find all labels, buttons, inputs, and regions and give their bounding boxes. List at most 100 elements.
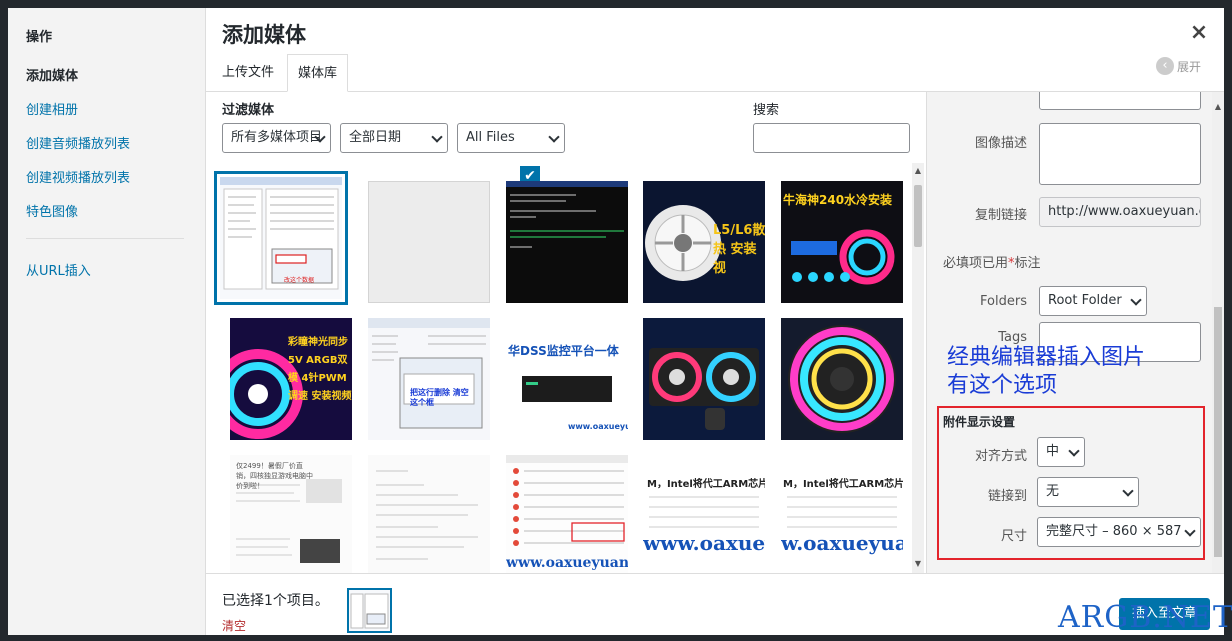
scroll-up-icon[interactable]: ▲: [912, 166, 924, 175]
alignment-select-value: 中: [1046, 444, 1060, 459]
description-textarea[interactable]: [1039, 123, 1201, 185]
attachment-thumbnail[interactable]: [506, 181, 628, 303]
menu-item-insert-from-url[interactable]: 从URL插入: [26, 260, 91, 279]
size-select-value: 完整尺寸 – 860 × 587: [1046, 524, 1182, 539]
size-select[interactable]: 完整尺寸 – 860 × 587: [1037, 517, 1201, 547]
thumbnail-url: www.oaxueyuan.c: [506, 555, 628, 571]
media-type-filter[interactable]: 所有多媒体项目: [222, 123, 331, 153]
date-filter[interactable]: 全部日期: [340, 123, 448, 153]
attachment-thumbnail[interactable]: M，Intel将代工ARM芯片， w.oaxueyuan: [781, 455, 903, 573]
size-label: 尺寸: [1000, 529, 1027, 544]
news-thumbnail-image: [781, 455, 903, 573]
thumbnail-caption: M，Intel将代工ARM芯片，: [783, 479, 903, 490]
menu-item-add-media[interactable]: 添加媒体: [26, 65, 78, 84]
folders-select[interactable]: Root Folder: [1039, 286, 1147, 316]
chevron-down-icon: [1122, 485, 1134, 497]
display-settings-title: 附件显示设置: [943, 415, 1016, 429]
attachment-thumbnail[interactable]: 华DSS监控平台一体 www.oaxueyuan: [506, 318, 628, 440]
attachment-thumbnail[interactable]: [368, 181, 490, 303]
folders-select-value: Root Folder: [1048, 293, 1122, 308]
files-filter[interactable]: All Files: [457, 123, 565, 153]
media-type-filter-value: 所有多媒体项目: [231, 130, 323, 145]
attachment-thumbnail[interactable]: [643, 318, 765, 440]
attachment-thumbnail[interactable]: 把这行删除 清空这个框: [368, 318, 490, 440]
expand-toggle[interactable]: ‹ 展开: [1156, 57, 1201, 75]
screenshot-thumbnail-image: [220, 177, 342, 299]
description-label: 图像描述: [974, 136, 1027, 151]
thumbnail-caption: L5/L6散热 安装视: [713, 223, 765, 276]
tags-label: Tags: [998, 330, 1027, 345]
watermark-text: ARGB.NET: [1058, 600, 1232, 635]
clear-selection-link[interactable]: 清空: [222, 617, 246, 634]
chevron-down-icon: [431, 131, 443, 143]
router-tabs: 上传文件 媒体库: [206, 54, 1224, 92]
files-filter-value: All Files: [466, 130, 515, 145]
code-thumbnail-image: [368, 455, 490, 573]
close-button[interactable]: ×: [1184, 18, 1214, 48]
caption-textarea[interactable]: [1039, 92, 1201, 110]
attachment-thumbnail[interactable]: 牛海神240水冷安装: [781, 181, 903, 303]
menu-item-featured-image[interactable]: 特色图像: [26, 201, 78, 220]
sidebar-scroll-thumb[interactable]: [1214, 307, 1222, 557]
tab-media-library[interactable]: 媒体库: [287, 54, 349, 92]
alignment-select[interactable]: 中: [1037, 437, 1085, 467]
aio-cooler-thumbnail-image: [643, 318, 765, 440]
chevron-down-icon: [1184, 525, 1196, 537]
date-filter-value: 全部日期: [349, 130, 402, 145]
thumbnail-caption: 仅2499！暑假厂价直销，四核独显游戏电脑中价到啦！: [236, 462, 313, 490]
attachment-thumbnail[interactable]: L5/L6散热 安装视: [643, 181, 765, 303]
grid-scrollbar[interactable]: ▲ ▼: [912, 163, 924, 573]
search-label: 搜索: [753, 103, 780, 118]
link-to-select-value: 无: [1046, 484, 1060, 499]
sidebar-scrollbar[interactable]: ▲: [1212, 92, 1224, 573]
tab-upload-files[interactable]: 上传文件: [212, 54, 284, 92]
required-fields-note: 必填项已用*标注: [943, 252, 1041, 271]
link-to-label: 链接到: [987, 489, 1027, 504]
thumbnail-caption: 牛海神240水冷安装: [783, 193, 893, 207]
thumbnail-caption: 彩瞳神光同步 5V ARGB双模 4针PWM调速 安装视频: [288, 337, 352, 402]
link-to-select[interactable]: 无: [1037, 477, 1139, 507]
menu-separator: [26, 238, 184, 239]
thumbnail-url: www.oaxueyuan: [568, 422, 628, 431]
chevron-left-icon: ‹: [1156, 57, 1174, 75]
thumbnail-caption: 华DSS监控平台一体: [508, 344, 619, 358]
attachment-thumbnail[interactable]: 彩瞳神光同步 5V ARGB双模 4针PWM调速 安装视频: [230, 318, 352, 440]
scroll-down-icon[interactable]: ▼: [912, 559, 924, 568]
dialog-screenshot-thumbnail-image: [368, 318, 490, 440]
grid-scroll-thumb[interactable]: [914, 185, 922, 247]
alignment-label: 对齐方式: [974, 449, 1027, 464]
modal-title: 添加媒体: [222, 23, 306, 47]
copy-link-label: 复制链接: [974, 208, 1027, 223]
attachment-thumbnail[interactable]: [368, 455, 490, 573]
selected-thumbnail-image: [349, 590, 390, 631]
menu-item-create-video-playlist[interactable]: 创建视频播放列表: [26, 167, 130, 186]
required-suffix: 标注: [1014, 256, 1041, 271]
attachment-thumbnail[interactable]: M，Intel将代工ARM芯片， www.oaxueyua: [643, 455, 765, 573]
console-thumbnail-image: [506, 181, 628, 248]
attachment-thumbnail[interactable]: 仅2499！暑假厂价直销，四核独显游戏电脑中价到啦！: [230, 455, 352, 573]
thumbnail-url: www.oaxueyua: [643, 531, 765, 555]
attachment-thumbnail[interactable]: www.oaxueyuan.c: [506, 455, 628, 573]
folders-label: Folders: [980, 294, 1027, 309]
selection-count: 已选择1个项目。: [222, 593, 329, 609]
thumbnail-url: w.oaxueyuan: [781, 531, 903, 555]
attachment-thumbnail[interactable]: 改这个数据: [220, 177, 342, 299]
chevron-down-icon: [1068, 445, 1080, 457]
copy-link-input[interactable]: http://www.oaxueyuan.com: [1039, 197, 1201, 227]
attachment-details-sidebar: 图像描述 复制链接 http://www.oaxueyuan.com 必填项已用…: [926, 92, 1224, 573]
attachment-thumbnail[interactable]: [781, 318, 903, 440]
chevron-down-icon: [548, 131, 560, 143]
thumbnail-label: 改这个数据: [284, 277, 315, 284]
annotation-line-1: 经典编辑器插入图片: [947, 345, 1146, 370]
menu-item-create-audio-playlist[interactable]: 创建音频播放列表: [26, 133, 130, 152]
search-input[interactable]: [753, 123, 910, 153]
menu-item-create-gallery[interactable]: 创建相册: [26, 99, 78, 118]
scroll-up-icon[interactable]: ▲: [1212, 102, 1224, 111]
filter-label: 过滤媒体: [222, 103, 275, 118]
chevron-down-icon: [1130, 294, 1142, 306]
selected-attachment-thumbnail[interactable]: [347, 588, 392, 633]
thumbnail-caption: M，Intel将代工ARM芯片，: [647, 479, 765, 490]
annotation-text: 经典编辑器插入图片 有这个选项: [947, 344, 1145, 400]
thumbnail-caption: 把这行删除 清空这个框: [410, 388, 469, 407]
expand-label: 展开: [1177, 59, 1202, 74]
